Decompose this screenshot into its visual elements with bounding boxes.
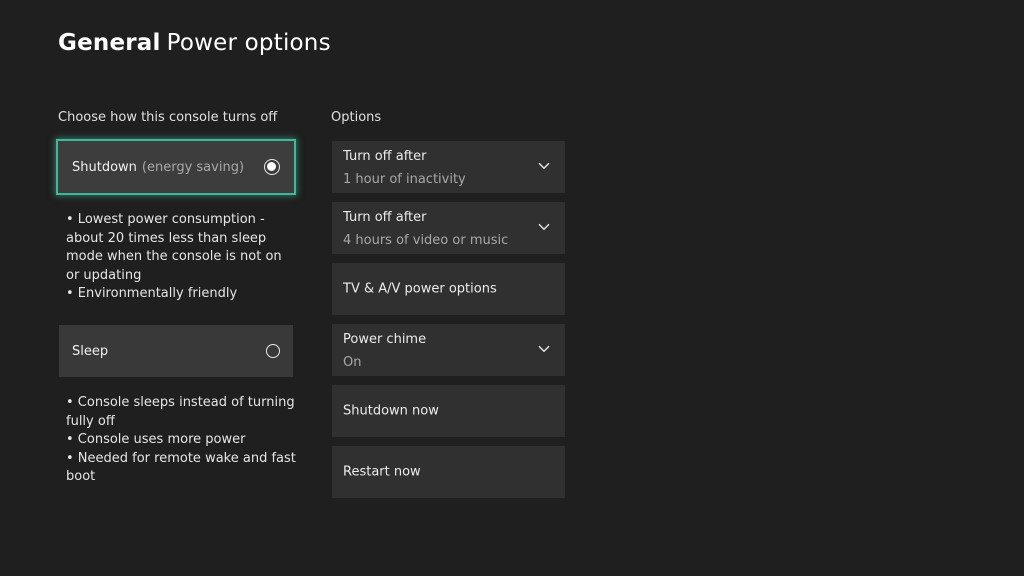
turn-off-mode-label: Choose how this console turns off [58,110,278,125]
option-label: TV & A/V power options [343,281,497,297]
description-line: • Needed for remote wake and fast [66,450,296,466]
sleep-mode-option[interactable]: Sleep [59,325,293,377]
option-value: 4 hours of video or music [343,233,509,248]
description-line: • Environmentally friendly [66,286,238,301]
options-label: Options [331,110,382,125]
description-line: or updating [66,267,142,283]
shutdown-sublabel: (energy saving) [141,159,245,175]
restart-now-button[interactable]: Restart now [332,446,565,498]
turn-off-after-inactivity-dropdown[interactable]: Turn off after 1 hour of inactivity [332,141,565,193]
chevron-down-icon [538,162,550,170]
description-line: • Lowest power consumption - [66,212,265,227]
shutdown-label: Shutdown [72,159,137,175]
radio-unselected-icon[interactable] [266,344,280,358]
chevron-down-icon [538,223,550,231]
option-label: Restart now [343,464,421,480]
chevron-down-icon [538,345,550,353]
shutdown-mode-option[interactable]: Shutdown (energy saving) [56,139,296,195]
description-line: • Console sleeps instead of turning [66,395,295,410]
shutdown-description: • Lowest power consumption - about 20 ti… [66,211,296,304]
option-label: Turn off after [343,210,427,225]
option-label: Shutdown now [343,403,439,419]
power-chime-dropdown[interactable]: Power chime On [332,324,565,376]
tv-av-power-options-button[interactable]: TV & A/V power options [332,263,565,315]
option-label: Power chime [343,332,427,347]
description-line: about 20 times less than sleep [66,230,267,246]
page-title: General Power options [58,30,331,56]
turn-off-after-media-dropdown[interactable]: Turn off after 4 hours of video or music [332,202,565,254]
option-value: On [343,355,362,370]
option-value: 1 hour of inactivity [343,172,466,187]
sleep-label: Sleep [72,343,109,359]
title-section: General [58,30,161,56]
sleep-description: • Console sleeps instead of turning full… [66,394,296,487]
description-line: mode when the console is not on [66,249,282,264]
title-page: Power options [166,30,331,56]
description-line: • Console uses more power [66,432,246,447]
description-line: fully off [66,413,115,429]
option-label: Turn off after [343,149,427,164]
radio-selected-icon[interactable] [264,159,280,175]
shutdown-now-button[interactable]: Shutdown now [332,385,565,437]
description-line: boot [66,469,96,484]
